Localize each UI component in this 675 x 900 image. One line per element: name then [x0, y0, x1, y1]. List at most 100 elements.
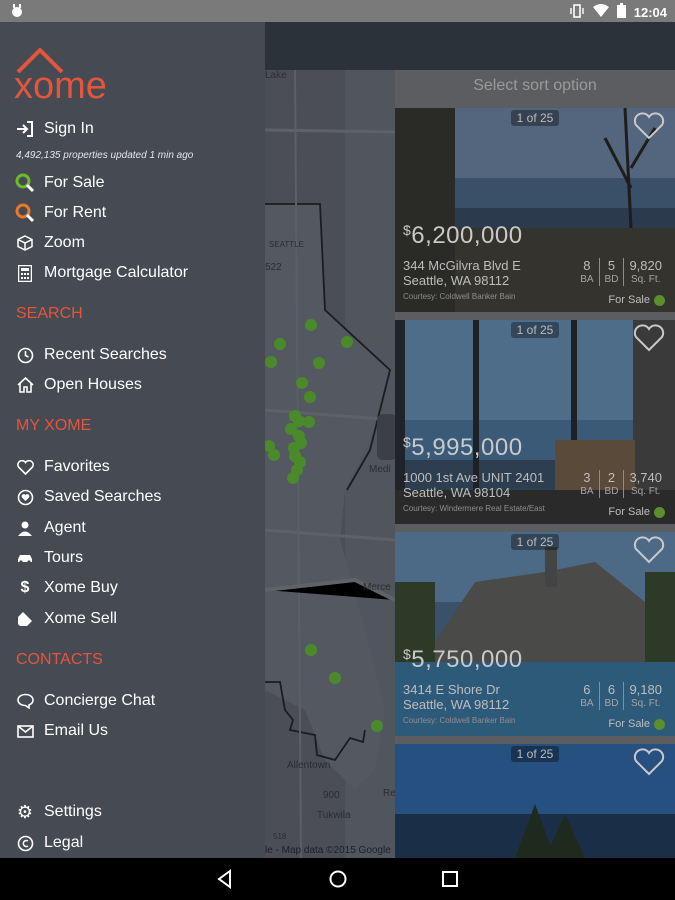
status-badge: For Sale: [608, 294, 665, 306]
status-bar: 12:04: [0, 0, 675, 22]
properties-updated-text: 4,492,135 properties updated 1 min ago: [16, 150, 194, 161]
menu-recent-searches[interactable]: Recent Searches: [14, 341, 167, 369]
for-sale-dot-icon: [654, 506, 665, 518]
car-icon: [14, 547, 36, 569]
menu-email-us[interactable]: Email Us: [14, 717, 108, 745]
menu-settings[interactable]: ⚙ Settings: [14, 798, 102, 826]
menu-label: Favorites: [44, 458, 110, 475]
listing-card[interactable]: 1 of 25 $5,995,000 1000 1st Ave UNIT 240…: [395, 320, 675, 524]
app-root: 12:04 Select sort option Lake SEATTLE 52…: [0, 0, 675, 900]
android-debug-icon: [10, 3, 24, 22]
map-label: Medi: [369, 464, 391, 475]
photo-counter: 1 of 25: [511, 534, 559, 550]
battery-icon: [616, 3, 626, 21]
menu-label: Recent Searches: [44, 346, 167, 363]
menu-label: Agent: [44, 519, 86, 536]
menu-favorites[interactable]: Favorites: [14, 453, 110, 481]
listing-card[interactable]: 1 of 25 $6,200,000 344 McGilvra Blvd E Se…: [395, 108, 675, 312]
status-badge: For Sale: [608, 506, 665, 518]
menu-for-rent[interactable]: For Rent: [14, 199, 106, 227]
map-label: Tukwila: [317, 810, 351, 821]
favorite-heart-icon[interactable]: [633, 324, 665, 352]
menu-label: Saved Searches: [44, 488, 162, 505]
menu-agent[interactable]: Agent: [14, 514, 86, 542]
menu-open-houses[interactable]: Open Houses: [14, 371, 142, 399]
listing-card[interactable]: 1 of 25 $5,750,000 3414 E Shore Dr Seattl…: [395, 532, 675, 736]
dollar-icon: $: [20, 579, 30, 596]
clock: 12:04: [633, 4, 667, 20]
menu-label: For Sale: [44, 174, 105, 191]
menu-label: Concierge Chat: [44, 692, 156, 709]
cube-icon: [14, 232, 36, 254]
map-drag-handle[interactable]: [377, 414, 395, 460]
person-icon: [14, 517, 36, 539]
section-header-contacts: CONTACTS: [16, 651, 103, 668]
map-label: Allentown: [287, 760, 331, 771]
favorite-heart-icon[interactable]: [633, 112, 665, 140]
navigation-drawer: xome Sign In 4,492,135 properties update…: [0, 22, 265, 858]
envelope-icon: [14, 720, 36, 742]
for-sale-dot-icon: [654, 294, 665, 306]
clock-icon: [14, 344, 36, 366]
menu-sign-in[interactable]: Sign In: [14, 115, 94, 143]
listing-card[interactable]: 1 of 25: [395, 744, 675, 858]
menu-saved-searches[interactable]: Saved Searches: [14, 483, 161, 511]
copyright-icon: [14, 832, 36, 854]
chat-bubble-icon: [14, 690, 36, 712]
back-icon[interactable]: [214, 868, 236, 890]
menu-for-sale[interactable]: For Sale: [14, 169, 104, 197]
recents-icon[interactable]: [439, 868, 461, 890]
menu-label: Mortgage Calculator: [44, 264, 189, 281]
map-label: Lake: [265, 70, 287, 81]
menu-label: Legal: [44, 834, 84, 851]
photo-counter: 1 of 25: [511, 110, 559, 126]
favorite-heart-icon[interactable]: [633, 748, 665, 776]
map-label: Re: [383, 788, 395, 799]
menu-label: Zoom: [44, 234, 85, 251]
sign-in-icon: [14, 118, 36, 140]
photo-counter: 1 of 25: [511, 322, 559, 338]
map-attribution: le - Map data ©2015 Google: [265, 845, 391, 856]
menu-concierge-chat[interactable]: Concierge Chat: [14, 687, 155, 715]
calculator-icon: [14, 262, 36, 284]
svg-text:xome: xome: [14, 65, 107, 102]
menu-label: Sign In: [44, 120, 94, 137]
listing-stats: 6 BA 6 BD 9,180 Sq. Ft.: [575, 682, 667, 710]
listing-list[interactable]: 1 of 25 $6,200,000 344 McGilvra Blvd E Se…: [395, 104, 675, 858]
listing-courtesy: Courtesy: Windermere Real Estate/East: [403, 504, 545, 513]
system-nav-bar: [0, 858, 675, 900]
menu-xome-sell[interactable]: Xome Sell: [14, 605, 117, 633]
favorite-heart-icon[interactable]: [633, 536, 665, 564]
sort-select[interactable]: Select sort option: [395, 70, 675, 104]
listing-courtesy: Courtesy: Coldwell Banker Bain: [403, 716, 516, 725]
gear-icon: ⚙: [16, 801, 34, 822]
menu-legal[interactable]: Legal: [14, 829, 83, 857]
home-circle-icon[interactable]: [327, 868, 349, 890]
listing-courtesy: Courtesy: Coldwell Banker Bain: [403, 292, 516, 301]
listing-address: 3414 E Shore Dr Seattle, WA 98112: [403, 682, 510, 712]
menu-xome-buy[interactable]: $ Xome Buy: [14, 574, 118, 602]
menu-label: Open Houses: [44, 376, 142, 393]
vibrate-icon: [569, 3, 585, 21]
map-view[interactable]: Lake SEATTLE 522 Medi Merce 900 Allentow…: [265, 70, 395, 858]
listing-address: 1000 1st Ave UNIT 2401 Seattle, WA 98104: [403, 470, 545, 500]
menu-mortgage-calculator[interactable]: Mortgage Calculator: [14, 259, 188, 287]
section-header-my-xome: MY XOME: [16, 417, 92, 434]
listing-price: $6,200,000: [403, 222, 523, 249]
menu-tours[interactable]: Tours: [14, 544, 83, 572]
menu-label: Xome Sell: [44, 610, 117, 627]
tag-icon: [14, 608, 36, 630]
saved-search-heart-icon: [14, 486, 36, 508]
listing-price: $5,750,000: [403, 646, 523, 673]
menu-zoom[interactable]: Zoom: [14, 229, 85, 257]
for-sale-dot-icon: [654, 718, 665, 730]
wifi-icon: [592, 4, 609, 20]
map-label: 518: [273, 832, 287, 841]
menu-label: Xome Buy: [44, 579, 118, 596]
menu-label: Tours: [44, 549, 84, 566]
heart-icon: [14, 456, 36, 478]
menu-label: Settings: [44, 803, 102, 820]
home-icon: [14, 374, 36, 396]
photo-counter: 1 of 25: [511, 746, 559, 762]
listing-stats: 8 BA 5 BD 9,820 Sq. Ft.: [575, 258, 667, 286]
